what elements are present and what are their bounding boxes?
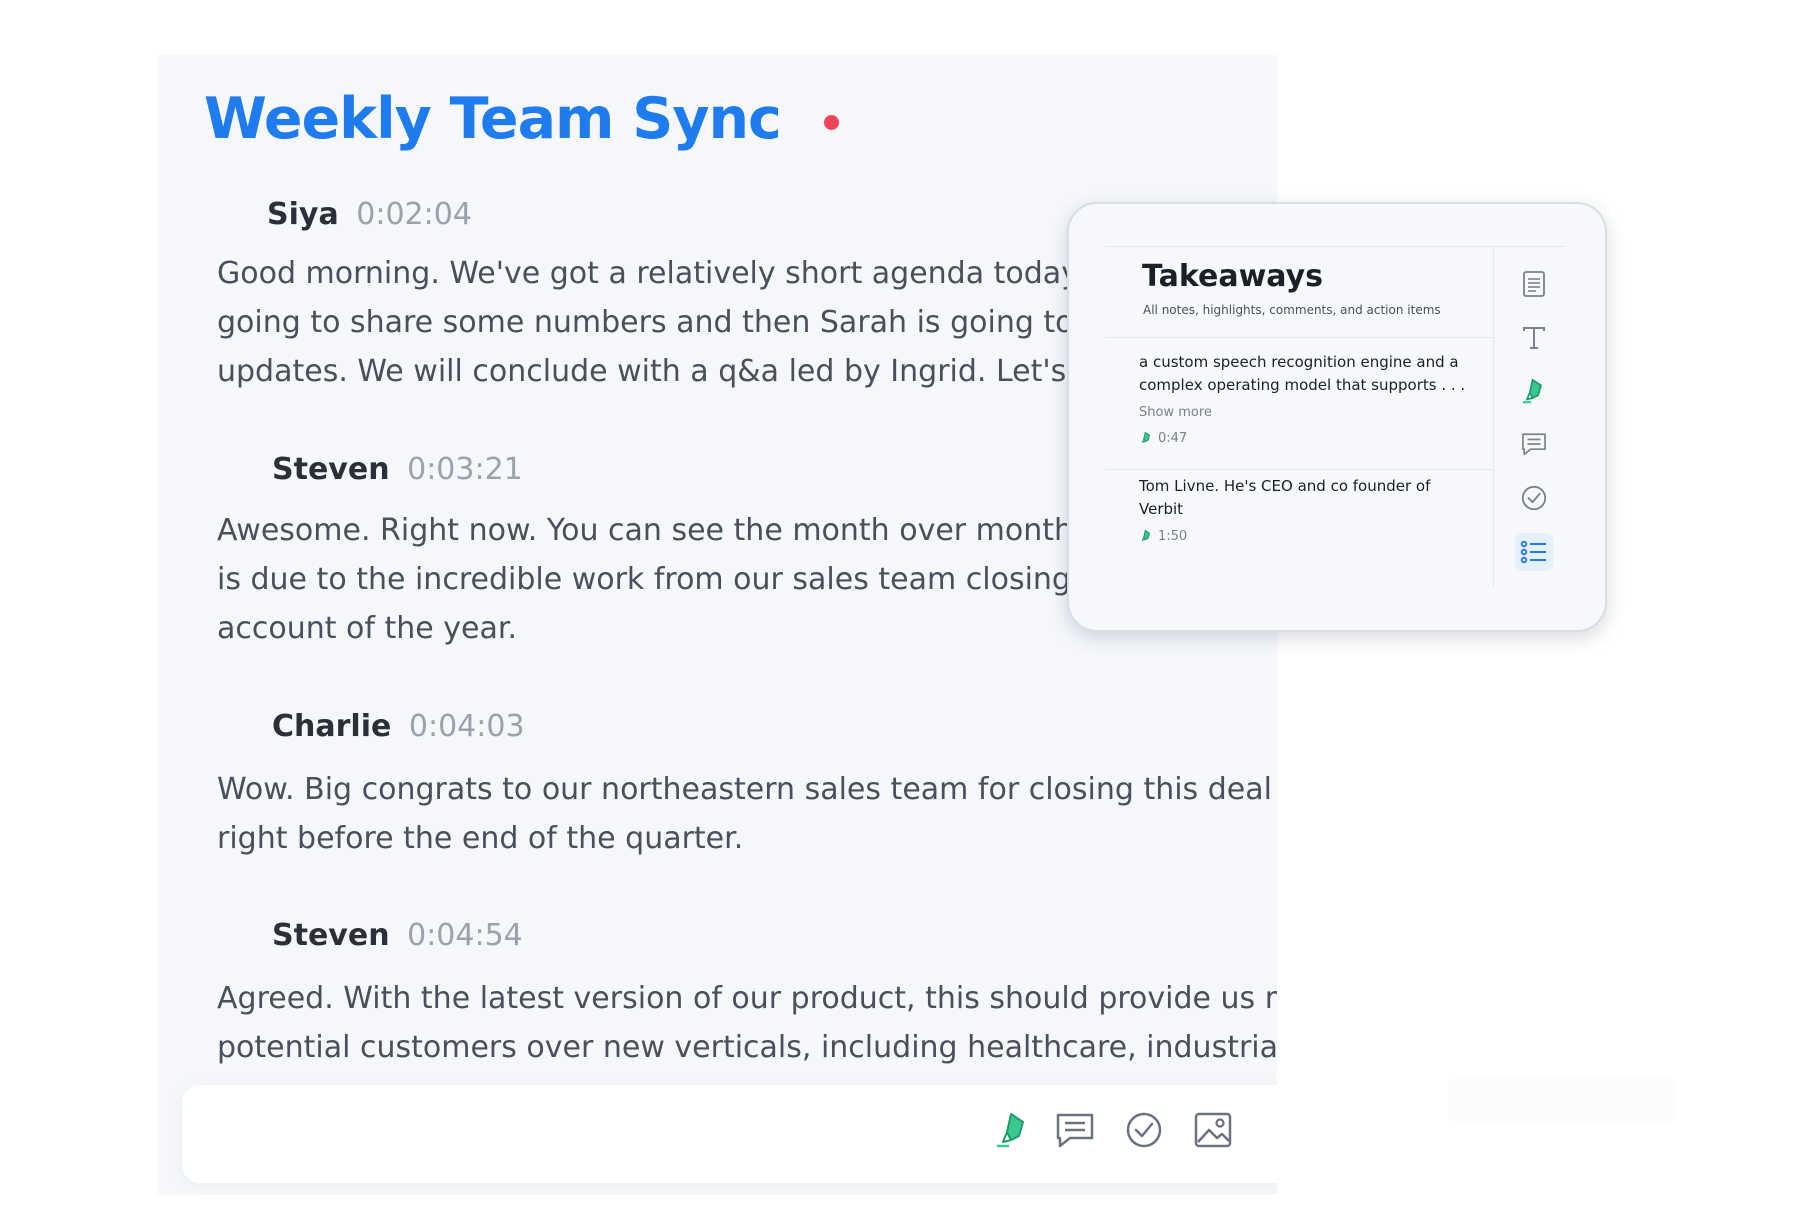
- utterance-line: updates. We will conclude with a q&a led…: [217, 354, 1126, 389]
- speaker-timestamp[interactable]: 0:04:54: [407, 918, 523, 953]
- takeaway-line: Tom Livne. He's CEO and co founder of: [1139, 477, 1431, 495]
- utterance-line: Good morning. We've got a relatively sho…: [217, 256, 1128, 291]
- highlight-icon[interactable]: [1515, 372, 1553, 410]
- takeaway-line: complex operating model that supports . …: [1139, 376, 1466, 394]
- takeaways-title: Takeaways: [1142, 259, 1324, 294]
- takeaways-side-toolbar: [1503, 247, 1565, 587]
- utterance-line: potential customers over new verticals, …: [217, 1030, 1277, 1065]
- takeaway-item[interactable]: Tom Livne. He's CEO and co founder of Ve…: [1105, 470, 1493, 580]
- utterance-line: account of the year.: [217, 611, 517, 646]
- speaker-name[interactable]: Steven: [272, 918, 390, 953]
- takeaways-header: Takeaways All notes, highlights, comment…: [1105, 247, 1493, 338]
- takeaway-timestamp-row[interactable]: 1:50: [1139, 528, 1187, 544]
- speaker-name[interactable]: Siya: [267, 197, 339, 232]
- check-icon[interactable]: [1515, 479, 1553, 517]
- takeaway-text: a custom speech recognition engine and a…: [1139, 351, 1474, 397]
- speaker-timestamp[interactable]: 0:03:21: [407, 452, 523, 487]
- takeaway-timestamp: 0:47: [1158, 430, 1188, 446]
- show-more-link[interactable]: Show more: [1139, 405, 1212, 420]
- utterance-line: going to share some numbers and then Sar…: [217, 305, 1137, 340]
- utterance-line: Agreed. With the latest version of our p…: [217, 981, 1277, 1016]
- recording-dot: [823, 114, 839, 130]
- highlight-icon[interactable]: [990, 1107, 1036, 1153]
- takeaway-item[interactable]: a custom speech recognition engine and a…: [1105, 337, 1493, 470]
- highlight-icon: [1141, 431, 1151, 443]
- utterance: Wow. Big congrats to our northeastern sa…: [217, 765, 1277, 863]
- speaker-name[interactable]: Steven: [272, 452, 390, 487]
- takeaway-line: a custom speech recognition engine and a: [1139, 353, 1459, 371]
- utterance-line: is due to the incredible work from our s…: [217, 562, 1130, 597]
- takeaways-subtitle: All notes, highlights, comments, and act…: [1143, 303, 1441, 317]
- background-placeholder: [1448, 1078, 1676, 1122]
- takeaway-line: Verbit: [1139, 500, 1184, 518]
- speaker-line: Steven 0:04:54: [272, 916, 523, 956]
- utterance: Agreed. With the latest version of our p…: [217, 974, 1277, 1072]
- notes-icon[interactable]: [1515, 265, 1553, 303]
- speaker-name[interactable]: Charlie: [272, 709, 391, 744]
- comment-icon[interactable]: [1515, 425, 1553, 463]
- utterance-line: Wow. Big congrats to our northeastern sa…: [217, 772, 1272, 807]
- speaker-line: Charlie 0:04:03: [272, 707, 525, 747]
- takeaway-timestamp: 1:50: [1158, 528, 1188, 544]
- takeaway-text: Tom Livne. He's CEO and co founder of Ve…: [1139, 475, 1474, 521]
- highlight-icon: [1141, 529, 1151, 541]
- list-icon[interactable]: [1515, 533, 1553, 571]
- image-icon[interactable]: [1190, 1107, 1236, 1153]
- title-row: Weekly Team Sync: [204, 85, 839, 153]
- takeaways-card: Takeaways All notes, highlights, comment…: [1067, 202, 1607, 632]
- speaker-timestamp[interactable]: 0:04:03: [409, 709, 525, 744]
- action-item-icon[interactable]: [1121, 1107, 1167, 1153]
- speaker-line: Siya 0:02:04: [267, 195, 472, 235]
- takeaways-list: Takeaways All notes, highlights, comment…: [1105, 247, 1494, 587]
- speaker-timestamp[interactable]: 0:02:04: [356, 197, 472, 232]
- comment-icon[interactable]: [1052, 1107, 1098, 1153]
- takeaways-panel: Takeaways All notes, highlights, comment…: [1105, 246, 1565, 587]
- text-icon[interactable]: [1515, 319, 1553, 357]
- utterance-line: right before the end of the quarter.: [217, 821, 744, 856]
- takeaway-timestamp-row[interactable]: 0:47: [1139, 430, 1187, 446]
- speaker-line: Steven 0:03:21: [272, 450, 523, 490]
- note-input-bar[interactable]: [182, 1085, 1277, 1183]
- utterance-line: Awesome. Right now. You can see the mont…: [217, 513, 1138, 548]
- meeting-title: Weekly Team Sync: [204, 86, 782, 152]
